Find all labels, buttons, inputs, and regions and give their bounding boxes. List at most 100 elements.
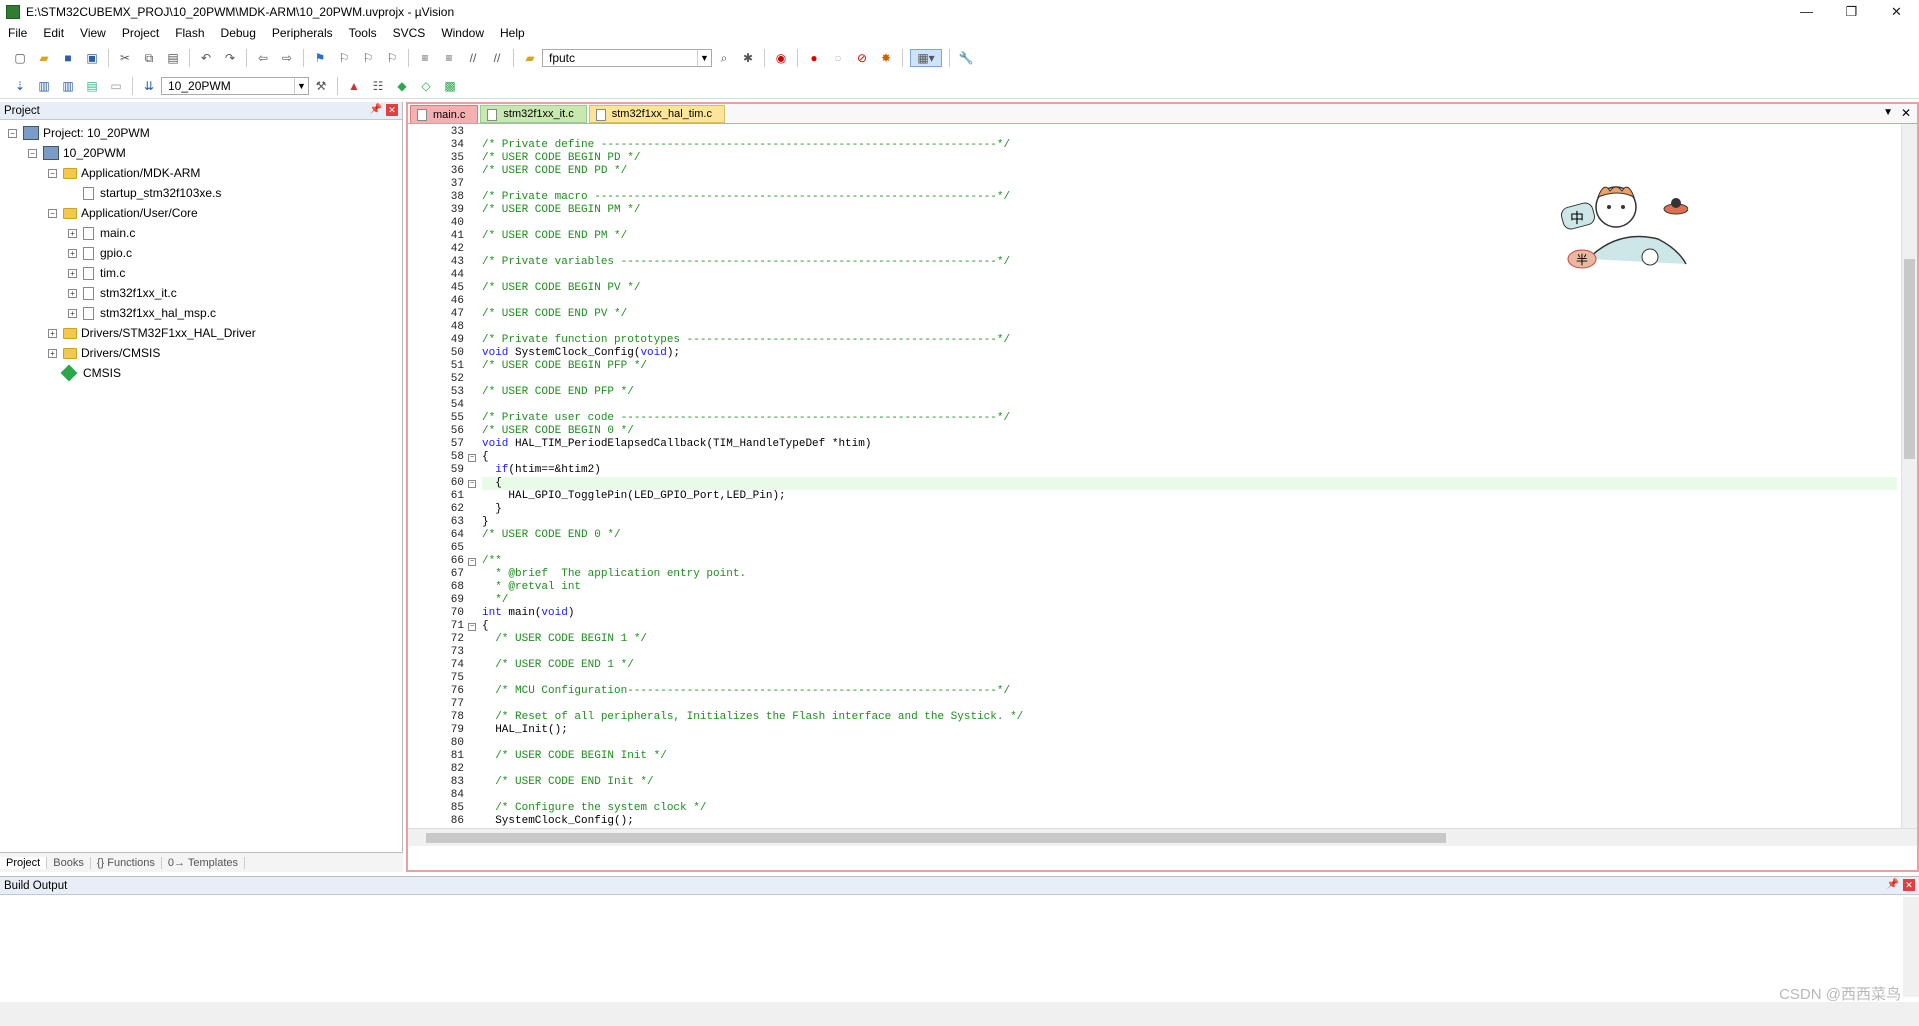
pin-icon[interactable]: 📌 [370, 104, 382, 115]
unindent-icon[interactable]: ≡ [440, 49, 458, 67]
chevron-down-icon[interactable]: ▼ [697, 50, 711, 66]
stop-build-icon[interactable]: ▭ [107, 77, 125, 95]
debug-session-icon[interactable]: ◉ [772, 49, 790, 67]
insert-breakpoint-icon[interactable]: ● [805, 49, 823, 67]
tree-item[interactable]: − Application/MDK-ARM [48, 164, 200, 182]
maximize-button[interactable]: ❐ [1829, 0, 1874, 23]
save-all-icon[interactable]: ▣ [83, 49, 101, 67]
tree-item[interactable]: CMSIS [48, 364, 121, 382]
close-icon[interactable]: ✕ [386, 104, 398, 116]
tree-item[interactable]: + Drivers/STM32F1xx_HAL_Driver [48, 324, 256, 342]
bookmark-icon[interactable]: ⚑ [311, 49, 329, 67]
bookmark-clear-icon[interactable]: ⚐ [383, 49, 401, 67]
menu-view[interactable]: View [72, 26, 114, 40]
tree-item[interactable]: + Drivers/CMSIS [48, 344, 160, 362]
open-folder-icon[interactable]: ▰ [35, 49, 53, 67]
pin-icon[interactable]: 📌 [1887, 879, 1899, 890]
configure-icon[interactable]: 🔧 [957, 49, 975, 67]
save-icon[interactable]: ■ [59, 49, 77, 67]
enable-breakpoint-icon[interactable]: ○ [829, 49, 847, 67]
kill-breakpoints-icon[interactable]: ✸ [877, 49, 895, 67]
collapse-icon[interactable]: − [28, 148, 37, 158]
menu-edit[interactable]: Edit [35, 26, 72, 40]
find-combo[interactable]: fputc ▼ [542, 49, 712, 67]
tab-stm32f1xx-it-c[interactable]: stm32f1xx_it.c [480, 105, 587, 123]
tree-item[interactable]: − 10_20PWM [28, 144, 126, 162]
expand-icon[interactable]: + [68, 288, 77, 298]
paste-icon[interactable]: ▤ [164, 49, 182, 67]
expand-icon[interactable]: + [48, 348, 57, 358]
tree-item[interactable]: startup_stm32f103xe.s [68, 184, 221, 202]
tab-templates[interactable]: 0→ Templates [162, 856, 246, 869]
batch-build-icon[interactable]: ▤ [83, 77, 101, 95]
tab-stm32f1xx-hal-tim-c[interactable]: stm32f1xx_hal_tim.c [588, 105, 725, 123]
tab-project[interactable]: Project [0, 856, 48, 869]
menu-project[interactable]: Project [114, 26, 167, 40]
tree-item[interactable]: + tim.c [68, 264, 125, 282]
undo-icon[interactable]: ↶ [197, 49, 215, 67]
close-icon[interactable]: ✕ [1901, 106, 1911, 120]
pack-installer-icon[interactable]: ◆ [393, 77, 411, 95]
menu-flash[interactable]: Flash [167, 26, 212, 40]
copy-icon[interactable]: ⧉ [140, 49, 158, 67]
collapse-icon[interactable]: − [48, 208, 57, 218]
tab-functions[interactable]: {} Functions [91, 856, 162, 869]
cut-icon[interactable]: ✂ [116, 49, 134, 67]
redo-icon[interactable]: ↷ [221, 49, 239, 67]
horizontal-scrollbar[interactable] [0, 1002, 1919, 1016]
build-icon[interactable]: ▥ [35, 77, 53, 95]
download-icon[interactable]: ⇊ [140, 77, 158, 95]
tab-list-icon[interactable]: ▼ [1883, 107, 1893, 118]
collapse-icon[interactable]: − [8, 128, 17, 138]
close-button[interactable]: ✕ [1874, 0, 1919, 23]
expand-icon[interactable]: + [68, 248, 77, 258]
menu-debug[interactable]: Debug [213, 26, 264, 40]
bookmark-prev-icon[interactable]: ⚐ [335, 49, 353, 67]
find-in-files-icon[interactable]: ▰ [521, 49, 539, 67]
fold-toggle-icon[interactable]: − [468, 454, 476, 462]
nav-back-icon[interactable]: ⇦ [254, 49, 272, 67]
nav-forward-icon[interactable]: ⇨ [278, 49, 296, 67]
target-combo[interactable]: 10_20PWM ▼ [161, 76, 309, 95]
menu-svcs[interactable]: SVCS [385, 26, 434, 40]
menu-tools[interactable]: Tools [341, 26, 385, 40]
new-file-icon[interactable]: ▢ [11, 49, 29, 67]
fold-toggle-icon[interactable]: − [468, 480, 476, 488]
translate-icon[interactable]: ⇣ [11, 77, 29, 95]
find-icon[interactable]: ⌕ [715, 49, 733, 67]
incremental-find-icon[interactable]: ✱ [739, 49, 757, 67]
tree-item[interactable]: + stm32f1xx_it.c [68, 284, 177, 302]
menu-peripherals[interactable]: Peripherals [264, 26, 341, 40]
target-options-icon[interactable]: ⚒ [312, 77, 330, 95]
close-icon[interactable]: ✕ [1903, 879, 1915, 891]
vertical-scrollbar[interactable] [1903, 897, 1919, 997]
minimize-button[interactable]: — [1784, 0, 1829, 23]
pack-icon[interactable]: ▩ [441, 77, 459, 95]
collapse-icon[interactable]: − [48, 168, 57, 178]
code-area[interactable]: 33 34 35 36 37 38 39 40 41 42 43 44 45 46 47 48 49 50 51 52… [408, 124, 1917, 846]
rebuild-icon[interactable]: ▥ [59, 77, 77, 95]
bookmark-next-icon[interactable]: ⚐ [359, 49, 377, 67]
expand-icon[interactable]: + [68, 228, 77, 238]
indent-icon[interactable]: ≡ [416, 49, 434, 67]
run-time-environment-icon[interactable]: ◇ [417, 77, 435, 95]
scroll-thumb[interactable] [426, 833, 1446, 843]
manage-components-icon[interactable]: ▲ [345, 77, 363, 95]
vertical-scrollbar[interactable] [1901, 124, 1917, 846]
disable-breakpoints-icon[interactable]: ⊘ [853, 49, 871, 67]
tree-item[interactable]: − Application/User/Core [48, 204, 198, 222]
tree-item[interactable]: − Project: 10_20PWM [8, 124, 150, 142]
scroll-thumb[interactable] [1904, 259, 1915, 459]
horizontal-scrollbar[interactable] [408, 828, 1917, 846]
fold-toggle-icon[interactable]: − [468, 558, 476, 566]
tree-item[interactable]: + gpio.c [68, 244, 132, 262]
expand-icon[interactable]: + [68, 268, 77, 278]
expand-icon[interactable]: + [48, 328, 57, 338]
chevron-down-icon[interactable]: ▼ [294, 77, 308, 94]
tab-books[interactable]: Books [47, 856, 91, 869]
tree-item[interactable]: + main.c [68, 224, 135, 242]
build-output-text[interactable] [0, 897, 1919, 1017]
menu-window[interactable]: Window [433, 26, 492, 40]
menu-file[interactable]: File [0, 26, 35, 40]
fold-toggle-icon[interactable]: − [468, 623, 476, 631]
